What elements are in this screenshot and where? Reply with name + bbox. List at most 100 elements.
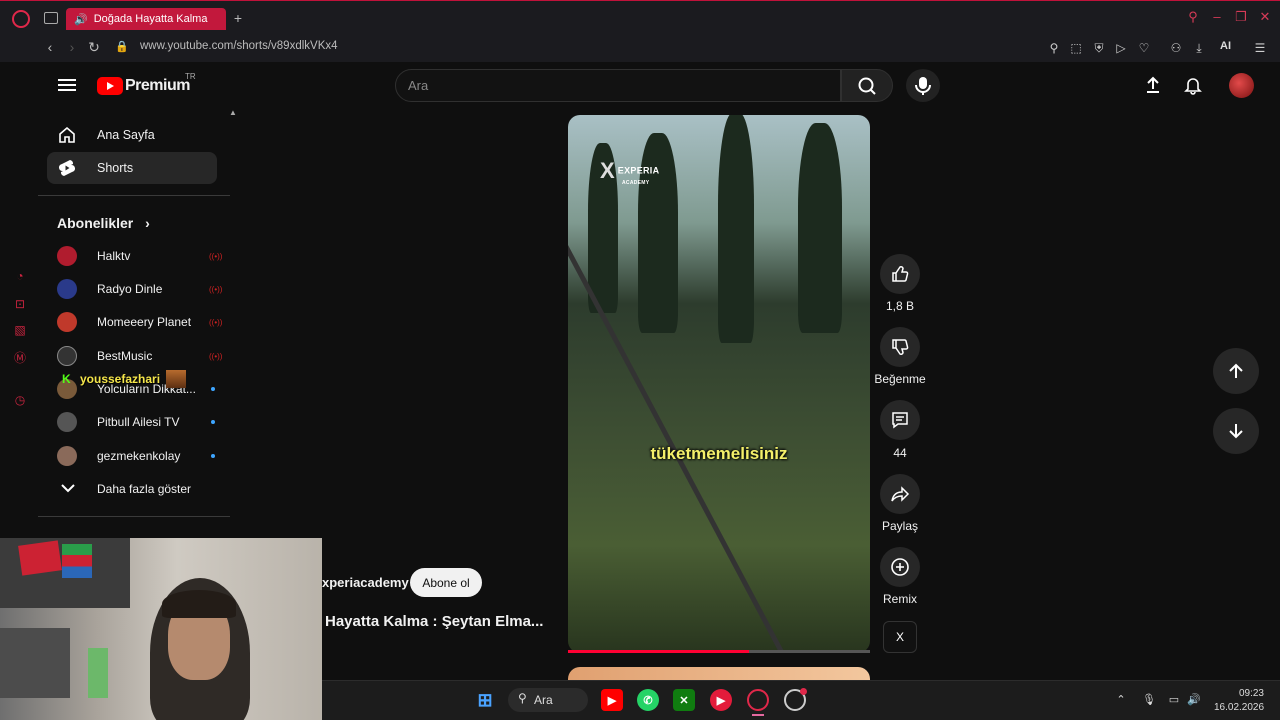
history-icon[interactable]: ◷ <box>12 392 28 408</box>
webcam-scene <box>0 628 70 698</box>
tab-islands-icon[interactable] <box>44 12 58 24</box>
webcam-scene <box>62 544 92 578</box>
comments-button[interactable] <box>880 400 920 440</box>
subscription-item[interactable]: Momeeery Planet ((•)) <box>47 307 222 337</box>
shorts-icon <box>57 158 77 178</box>
overlay-username: youssefazhari <box>80 372 161 386</box>
home-icon <box>57 125 77 145</box>
search-tabs-icon[interactable]: ⚲ <box>1184 8 1202 26</box>
notifications-icon[interactable] <box>1183 75 1203 95</box>
close-window-button[interactable]: ✕ <box>1256 8 1274 26</box>
media-player-icon[interactable]: ▶ <box>710 689 732 711</box>
channel-avatar <box>57 312 77 332</box>
snapshot-icon[interactable]: ⬚ <box>1068 40 1084 56</box>
wallet-icon[interactable]: ▧ <box>12 322 28 338</box>
restore-button[interactable]: ❐ <box>1232 8 1250 26</box>
clock-time[interactable]: 09:23 <box>1238 688 1264 699</box>
whatsapp-icon[interactable]: ✆ <box>637 689 659 711</box>
youtube-logo-icon[interactable] <box>97 77 123 95</box>
watermark-subtext: ACADEMY <box>622 180 650 186</box>
channel-name: Radyo Dinle <box>97 282 163 296</box>
voice-search-button[interactable] <box>906 69 940 102</box>
play-icon[interactable]: ▷ <box>1113 40 1129 56</box>
subscription-item[interactable]: Pitbull Ailesi TV <box>47 407 217 437</box>
search-button[interactable] <box>841 69 893 102</box>
sidebar-item-label: Ana Sayfa <box>97 128 155 142</box>
volume-icon[interactable]: 🔊 <box>1186 692 1202 708</box>
account-icon[interactable]: ⚇ <box>1168 40 1184 56</box>
aria-ai-button[interactable]: AI <box>1220 40 1231 52</box>
channel-logo[interactable]: X <box>883 621 917 653</box>
previous-short-button[interactable] <box>1213 348 1259 394</box>
remix-label: Remix <box>882 592 917 606</box>
channel-name[interactable]: xperiacademy <box>322 575 409 590</box>
region-label: TR <box>185 72 196 81</box>
opera-logo-icon[interactable] <box>12 10 30 28</box>
kick-icon: K <box>62 372 71 386</box>
subscribe-button[interactable]: Abone ol <box>410 568 482 597</box>
brand-label[interactable]: Premium <box>125 77 190 95</box>
search-input[interactable]: Ara <box>395 69 841 102</box>
subscription-item[interactable]: BestMusic ((•)) <box>47 341 222 371</box>
show-more-button[interactable]: Daha fazla göster <box>47 474 217 504</box>
live-icon: ((•)) <box>209 352 223 361</box>
subscriptions-header[interactable]: Abonelikler › <box>57 215 150 231</box>
dislike-button[interactable] <box>880 327 920 367</box>
video-scene <box>798 123 842 333</box>
video-title[interactable]: Hayatta Kalma : Şeytan Elma... <box>325 613 543 630</box>
new-tab-button[interactable]: + <box>230 10 246 26</box>
tray-chevron-icon[interactable]: ⌃ <box>1113 692 1129 708</box>
video-scene <box>718 115 754 343</box>
bag-icon[interactable]: ⊡ <box>12 296 28 312</box>
sidebar-item-home[interactable]: Ana Sayfa <box>47 119 217 151</box>
url-field[interactable]: www.youtube.com/shorts/v89xdlkVKx4 <box>140 40 338 52</box>
channel-avatar <box>57 446 77 466</box>
scrollbar-up-icon[interactable]: ▲ <box>229 108 237 117</box>
download-icon[interactable]: ⤓ <box>1191 40 1207 56</box>
remix-button[interactable] <box>880 547 920 587</box>
arrow-up-icon <box>1229 363 1243 378</box>
next-short-preview[interactable] <box>568 667 870 680</box>
windows-start-icon[interactable]: ⊞ <box>474 689 496 711</box>
forward-button[interactable]: › <box>63 38 81 56</box>
reload-button[interactable]: ↻ <box>85 38 103 56</box>
clock-date[interactable]: 16.02.2026 <box>1214 702 1264 713</box>
shield-icon[interactable]: ⛨ <box>1091 40 1107 56</box>
messenger-icon[interactable]: Ⓜ <box>12 350 28 366</box>
minimize-button[interactable]: – <box>1208 8 1226 26</box>
subscription-item[interactable]: gezmekenkolay <box>47 441 217 471</box>
divider <box>38 516 230 517</box>
subscription-item[interactable]: Radyo Dinle ((•)) <box>47 274 222 304</box>
subscription-item[interactable]: Halktv ((•)) <box>47 241 222 271</box>
avatar[interactable] <box>1229 73 1254 98</box>
comment-count: 44 <box>893 446 907 460</box>
short-video-player[interactable] <box>568 115 870 653</box>
pin-icon[interactable]: ⚲ <box>1046 40 1062 56</box>
xbox-icon[interactable]: ✕ <box>673 689 695 711</box>
webcam-scene <box>18 540 62 576</box>
youtube-app-icon[interactable]: ▶ <box>601 689 623 711</box>
menu-icon[interactable] <box>58 76 76 92</box>
browser-tab[interactable]: 🔊 Doğada Hayatta Kalma <box>66 8 226 30</box>
sidebar-item-shorts[interactable]: Shorts <box>47 152 217 184</box>
channel-avatar <box>57 346 77 366</box>
easy-setup-icon[interactable]: ☰ <box>1252 40 1268 56</box>
mic-tray-icon[interactable]: 🎙 <box>1141 692 1157 708</box>
display-icon[interactable]: ▭ <box>1166 692 1182 708</box>
opera-taskbar-icon[interactable] <box>747 689 769 711</box>
back-button[interactable]: ‹ <box>41 38 59 56</box>
stream-overlay-tag: K youssefazhari <box>62 370 187 388</box>
heart-icon[interactable]: ♡ <box>1136 40 1152 56</box>
lock-icon[interactable]: 🔒 <box>113 38 131 56</box>
share-button[interactable] <box>880 474 920 514</box>
new-content-dot <box>211 420 215 424</box>
watermark-text: EXPERIA <box>617 165 660 176</box>
overlay-image <box>166 370 187 388</box>
next-short-button[interactable] <box>1213 408 1259 454</box>
speed-dial-icon[interactable]: ◔ <box>12 268 28 284</box>
like-button[interactable] <box>880 254 920 294</box>
live-icon: ((•)) <box>209 318 223 327</box>
taskbar-search[interactable]: ⚲ Ara <box>508 688 588 712</box>
upload-icon[interactable] <box>1143 75 1163 95</box>
live-icon: ((•)) <box>209 252 223 261</box>
